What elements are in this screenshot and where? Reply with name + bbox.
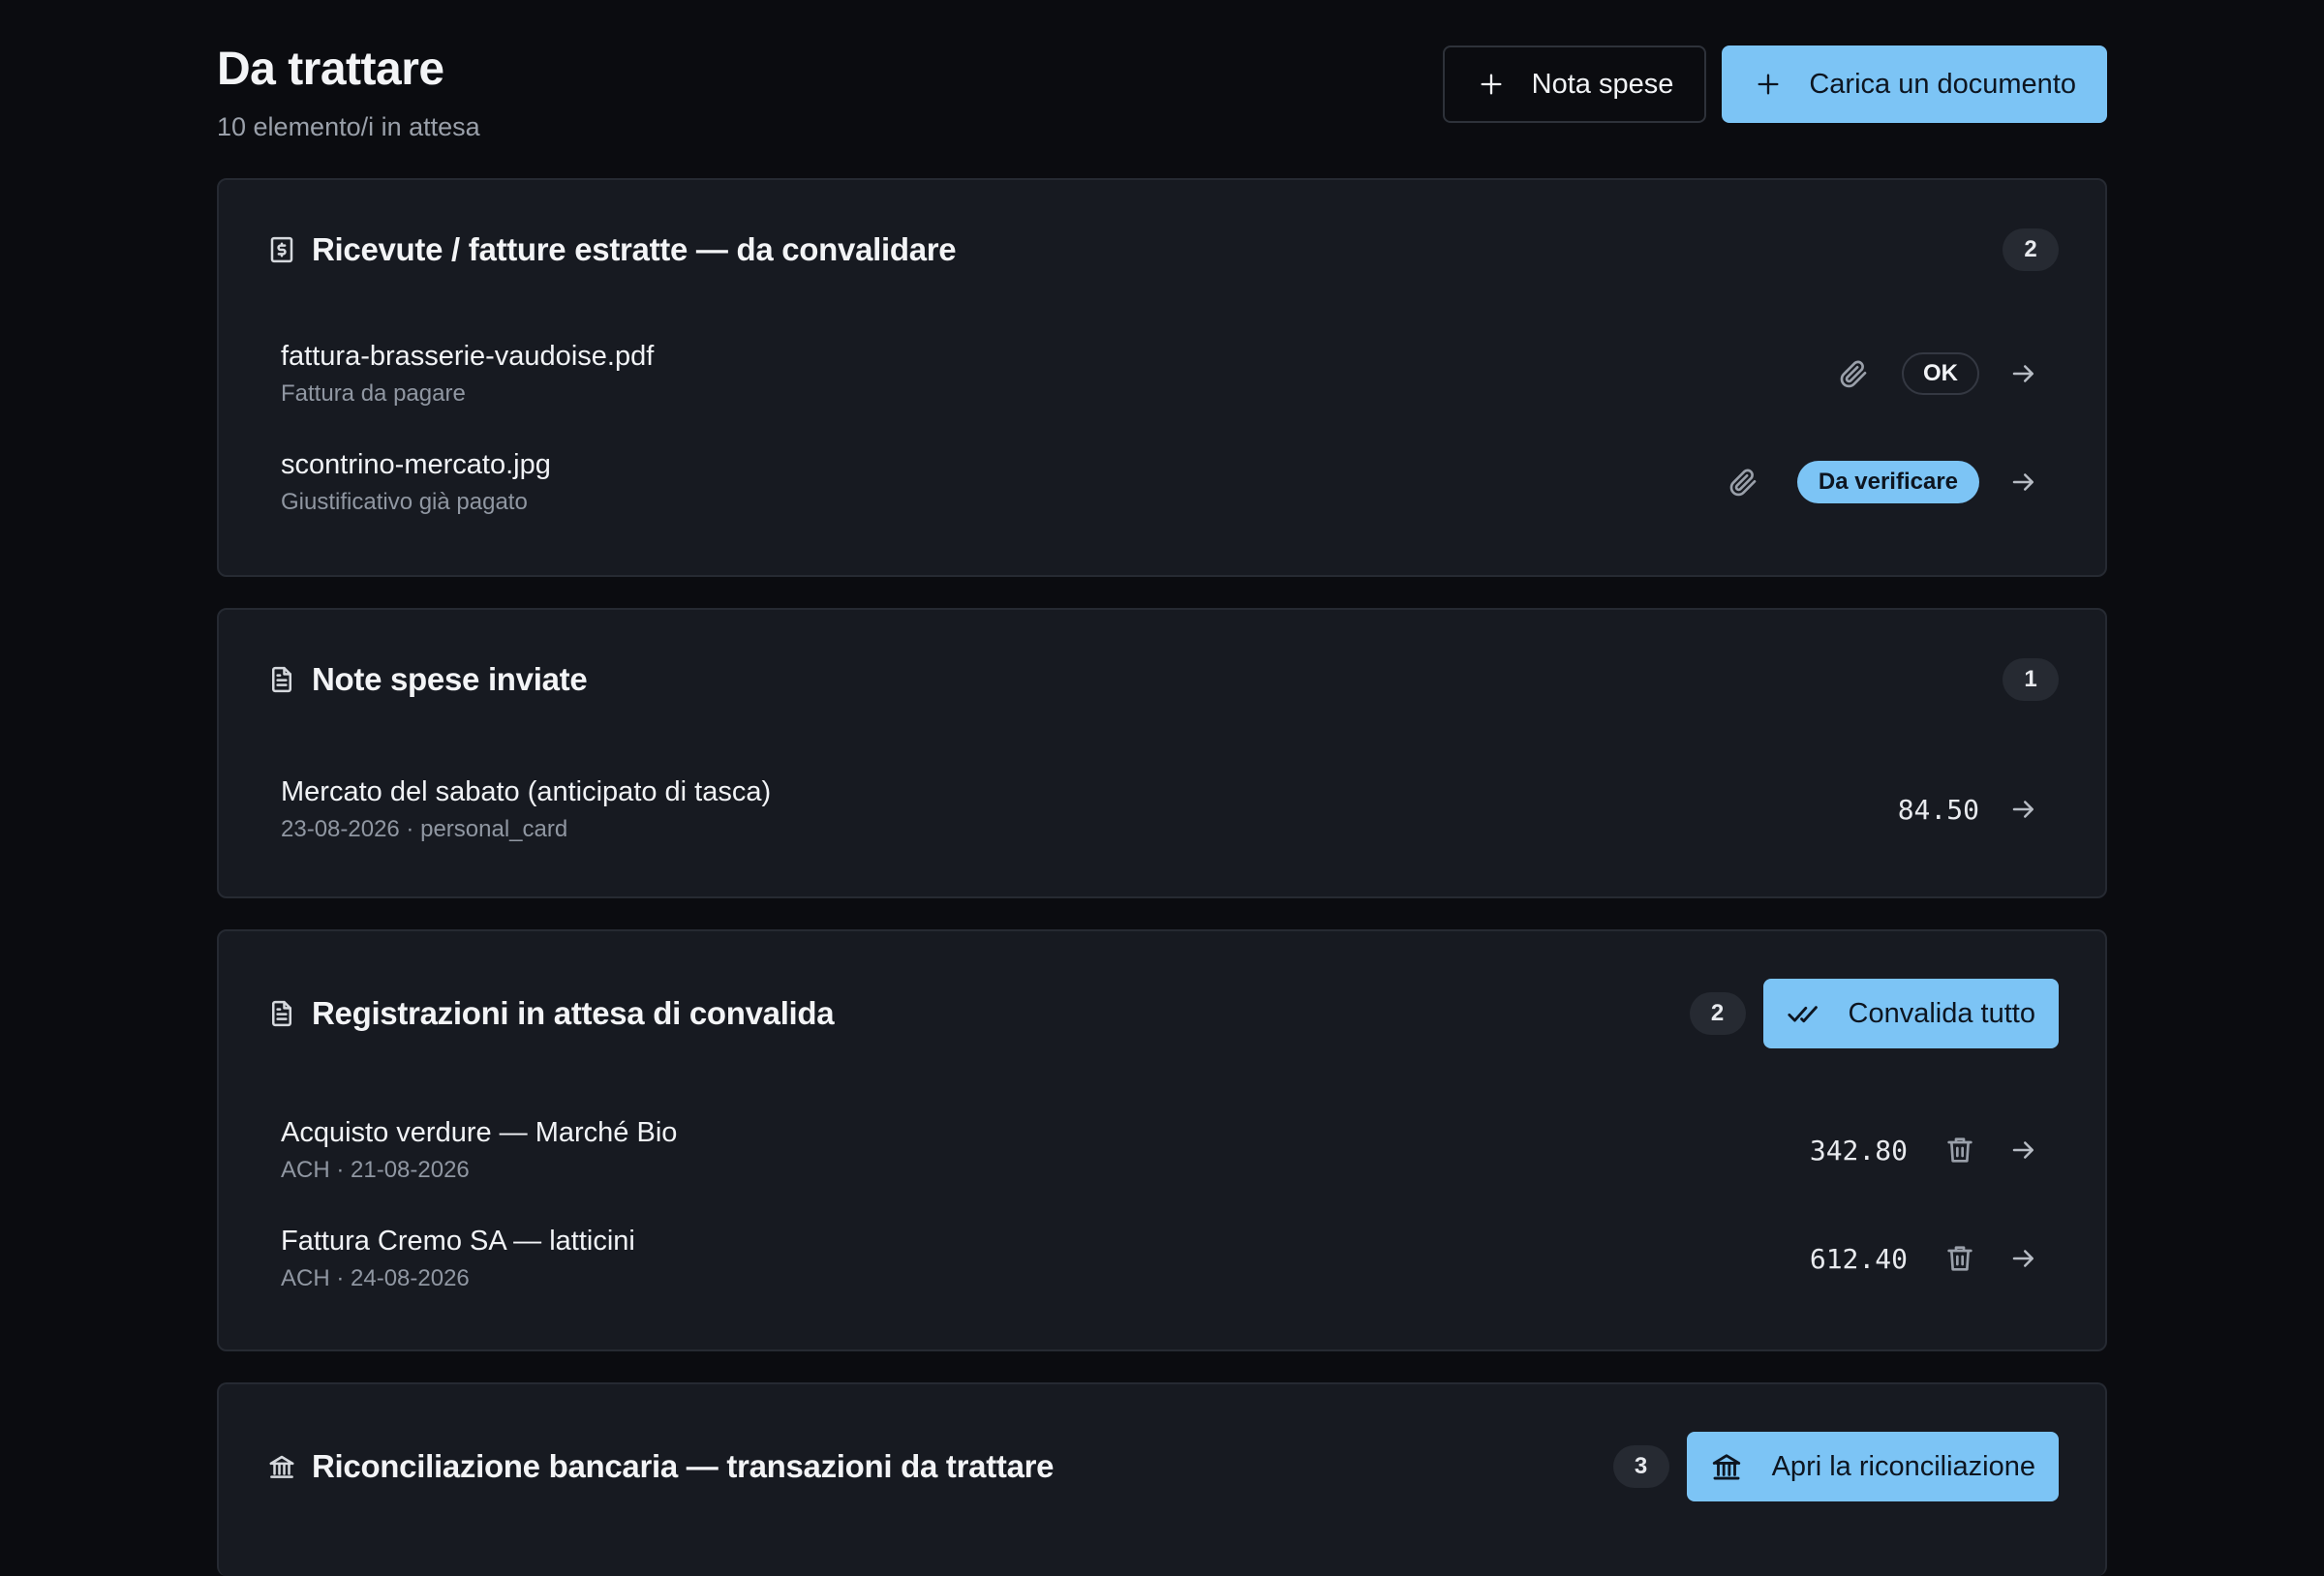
- page-title: Da trattare: [217, 44, 444, 95]
- arrow-right-icon[interactable]: [2004, 1131, 2043, 1169]
- list-item-actions: 612.40: [1810, 1239, 2043, 1278]
- bank-reconciliation-section: Riconciliazione bancaria — transazioni d…: [217, 1382, 2107, 1576]
- list-item-subtitle: Fattura da pagare: [281, 379, 466, 407]
- count-badge: 2: [1689, 992, 1746, 1035]
- document-icon: [267, 665, 296, 694]
- paperclip-icon[interactable]: [1724, 463, 1762, 501]
- validate-all-label: Convalida tutto: [1848, 997, 2035, 1029]
- list-item-text: Fattura Cremo SA — latticini ACH · 24-08…: [281, 1226, 1810, 1292]
- list-item-title: Acquisto verdure — Marché Bio: [281, 1116, 678, 1148]
- open-reconciliation-button[interactable]: Apri la riconciliazione: [1686, 1432, 2059, 1501]
- trash-icon[interactable]: [1941, 1239, 1979, 1278]
- pending-entries-section-header: Registrazioni in attesa di convalida 2 C…: [219, 931, 2105, 1096]
- bank-icon: [1710, 1450, 1743, 1483]
- section-title: Ricevute / fatture estratte — da convali…: [312, 231, 957, 267]
- list-item-subtitle: ACH · 21-08-2026: [281, 1156, 470, 1183]
- page-subtitle: 10 elemento/i in attesa: [217, 112, 480, 141]
- bank-icon: [267, 1452, 296, 1481]
- list-item-text: Mercato del sabato (anticipato di tasca)…: [281, 776, 1898, 843]
- list-item[interactable]: Fattura Cremo SA — latticini ACH · 24-08…: [219, 1204, 2105, 1313]
- list-item[interactable]: scontrino-mercato.jpg Giustificativo già…: [219, 428, 2105, 536]
- section-title: Riconciliazione bancaria — transazioni d…: [312, 1448, 1055, 1484]
- count-badge: 2: [2003, 228, 2059, 271]
- paperclip-icon[interactable]: [1834, 354, 1873, 393]
- validate-all-button[interactable]: Convalida tutto: [1762, 979, 2059, 1048]
- list-item-subtitle: 23-08-2026 · personal_card: [281, 815, 568, 842]
- arrow-right-icon[interactable]: [2004, 354, 2043, 393]
- receipts-section-header: Ricevute / fatture estratte — da convali…: [219, 180, 2105, 319]
- expense-reports-section: Note spese inviate 1 Mercato del sabato …: [217, 608, 2107, 898]
- list-item-text: fattura-brasserie-vaudoise.pdf Fattura d…: [281, 341, 1834, 408]
- list-item-text: Acquisto verdure — Marché Bio ACH · 21-0…: [281, 1117, 1810, 1184]
- page: Da trattare 10 elemento/i in attesa Nota…: [217, 0, 2107, 1576]
- expense-reports-section-header: Note spese inviate 1: [219, 610, 2105, 749]
- document-icon: [267, 999, 296, 1028]
- list-item-actions: 342.80: [1810, 1131, 2043, 1169]
- arrow-right-icon[interactable]: [2004, 790, 2043, 829]
- new-expense-report-label: Nota spese: [1531, 68, 1674, 100]
- list-item[interactable]: fattura-brasserie-vaudoise.pdf Fattura d…: [219, 319, 2105, 428]
- count-badge: 3: [1612, 1445, 1669, 1488]
- section-title: Registrazioni in attesa di convalida: [312, 995, 835, 1031]
- receipts-section: Ricevute / fatture estratte — da convali…: [217, 178, 2107, 577]
- list-item-text: scontrino-mercato.jpg Giustificativo già…: [281, 449, 1724, 516]
- upload-document-label: Carica un documento: [1809, 68, 2076, 100]
- list-item-actions: 84.50: [1898, 790, 2043, 829]
- page-header: Da trattare 10 elemento/i in attesa Nota…: [217, 0, 2107, 178]
- receipt-icon: [267, 235, 296, 264]
- open-reconciliation-label: Apri la riconciliazione: [1771, 1450, 2035, 1482]
- list-item-actions: Da verificare: [1724, 461, 2043, 503]
- list-item-subtitle: Giustificativo già pagato: [281, 488, 528, 515]
- new-expense-report-button[interactable]: Nota spese: [1442, 45, 1707, 123]
- list-item-title: fattura-brasserie-vaudoise.pdf: [281, 340, 655, 372]
- list-item-title: Fattura Cremo SA — latticini: [281, 1225, 635, 1257]
- upload-document-button[interactable]: Carica un documento: [1722, 45, 2107, 123]
- double-check-icon: [1787, 997, 1819, 1030]
- header-actions: Nota spese Carica un documento: [1442, 45, 2107, 123]
- section-title: Note spese inviate: [312, 661, 588, 697]
- list-item-actions: OK: [1834, 352, 2043, 395]
- status-badge: Da verificare: [1796, 461, 1979, 503]
- trash-icon[interactable]: [1941, 1131, 1979, 1169]
- arrow-right-icon[interactable]: [2004, 1239, 2043, 1278]
- list-item-title: Mercato del sabato (anticipato di tasca): [281, 775, 772, 807]
- list-item[interactable]: Acquisto verdure — Marché Bio ACH · 21-0…: [219, 1096, 2105, 1204]
- status-badge: OK: [1902, 352, 1979, 395]
- bank-reconciliation-section-header: Riconciliazione bancaria — transazioni d…: [219, 1384, 2105, 1549]
- arrow-right-icon[interactable]: [2004, 463, 2043, 501]
- list-item-subtitle: ACH · 24-08-2026: [281, 1264, 470, 1291]
- plus-icon: [1478, 71, 1505, 98]
- pending-entries-section: Registrazioni in attesa di convalida 2 C…: [217, 929, 2107, 1351]
- list-item-title: scontrino-mercato.jpg: [281, 448, 551, 480]
- count-badge: 1: [2003, 658, 2059, 701]
- plus-icon: [1755, 71, 1782, 98]
- amount: 612.40: [1809, 1242, 1908, 1275]
- amount: 342.80: [1809, 1134, 1908, 1167]
- list-item[interactable]: Mercato del sabato (anticipato di tasca)…: [219, 749, 2105, 869]
- amount: 84.50: [1897, 793, 1979, 826]
